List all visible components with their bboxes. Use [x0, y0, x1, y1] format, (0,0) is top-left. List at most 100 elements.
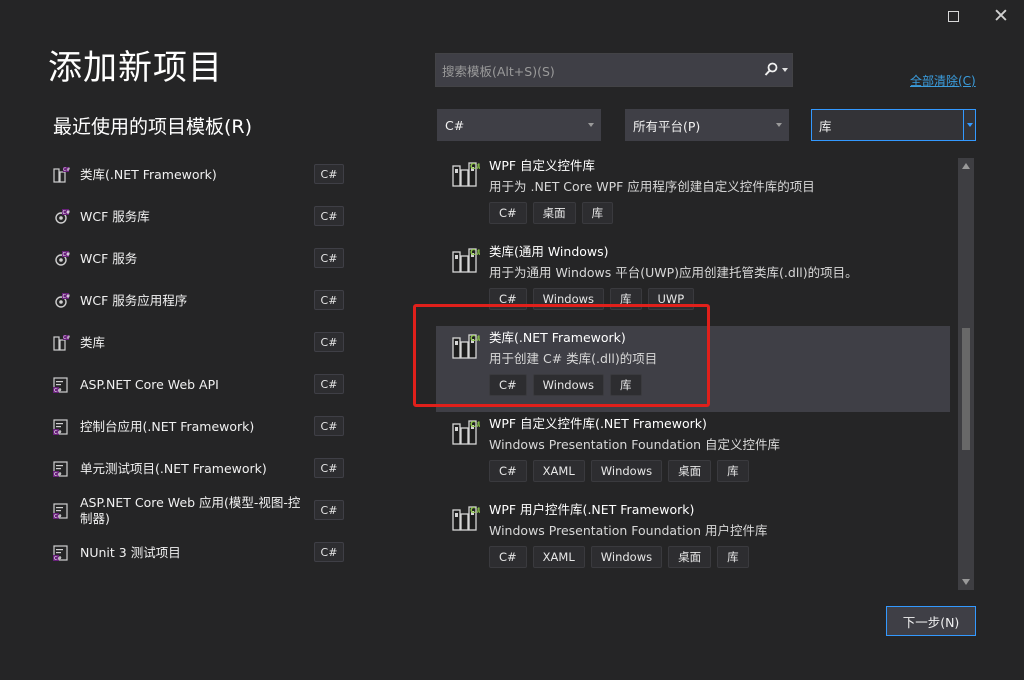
template-description: 用于创建 C# 类库(.dll)的项目 [489, 351, 658, 366]
template-tag: XAML [532, 546, 585, 568]
recent-template-item[interactable]: C# ASP.NET Core Web 应用(模型-视图-控制器) C# [52, 493, 348, 529]
language-tag: C# [314, 500, 344, 520]
svg-text:C#: C# [54, 556, 62, 562]
chevron-down-icon [776, 123, 782, 127]
template-tags: C# XAML Windows 桌面库 [489, 460, 749, 482]
recent-template-item[interactable]: C# 控制台应用(.NET Framework) C# [52, 409, 348, 445]
template-description: 用于为 .NET Core WPF 应用程序创建自定义控件库的项目 [489, 179, 815, 194]
template-list: C# WPF 自定义控件库用于为 .NET Core WPF 应用程序创建自定义控… [436, 154, 950, 590]
svg-text:C#: C# [63, 335, 70, 341]
template-description: Windows Presentation Foundation 自定义控件库 [489, 437, 780, 452]
language-tag: C# [314, 206, 344, 226]
template-tags: C# Windows 库 UWP [489, 288, 695, 310]
scroll-up-arrow-icon[interactable] [962, 163, 970, 169]
wcf-service-library-icon: C# [52, 208, 70, 226]
language-filter-dropdown[interactable]: C# [437, 109, 601, 141]
template-item[interactable]: C# 类库(通用 Windows) 用于为通用 Windows 平台(UWP)应用创… [436, 240, 950, 326]
project-type-filter-value: 库 [819, 118, 832, 134]
clear-all-link[interactable]: 全部清除(C) [910, 72, 976, 89]
recent-template-item[interactable]: C# ASP.NET Core Web API C# [52, 367, 348, 403]
template-item[interactable]: C# WPF 自定义控件库(.NET Framework) Windows Pres… [436, 412, 950, 498]
language-tag: C# [314, 416, 344, 436]
recent-template-label: 单元测试项目(.NET Framework) [80, 461, 267, 476]
template-tag: 桌面 [532, 202, 576, 224]
template-tag: Windows [532, 374, 605, 396]
unit-test-icon: C# [52, 460, 70, 478]
svg-text:C#: C# [470, 420, 480, 429]
template-description: Windows Presentation Foundation 用户控件库 [489, 523, 768, 538]
maximize-button[interactable] [938, 4, 968, 28]
next-button[interactable]: 下一步(N) [886, 606, 976, 636]
wpf-control-library-icon: C# [450, 418, 483, 448]
language-tag: C# [314, 374, 344, 394]
language-tag: C# [314, 290, 344, 310]
recent-template-item[interactable]: C# WCF 服务 C# [52, 241, 348, 277]
svg-text:C#: C# [470, 334, 480, 343]
template-tag: C# [489, 460, 527, 482]
maximize-icon [947, 10, 959, 22]
template-tag: 库 [717, 460, 749, 482]
page-title: 添加新项目 [48, 48, 223, 88]
template-tag: C# [489, 374, 527, 396]
platform-filter-value: 所有平台(P) [633, 118, 701, 134]
mvc-app-icon: C# [52, 502, 70, 520]
recent-template-label: 控制台应用(.NET Framework) [80, 419, 255, 434]
recent-template-label: NUnit 3 测试项目 [80, 545, 181, 560]
template-tag: Windows [590, 460, 663, 482]
search-icon[interactable] [764, 62, 778, 78]
template-name: WPF 自定义控件库(.NET Framework) [489, 416, 707, 431]
recent-template-item[interactable]: C# 单元测试项目(.NET Framework) C# [52, 451, 348, 487]
template-item[interactable]: C# WPF 自定义控件库用于为 .NET Core WPF 应用程序创建自定义控… [436, 154, 950, 240]
svg-text:C#: C# [54, 388, 62, 394]
project-type-filter-dropdown[interactable]: 库 [811, 109, 976, 141]
template-description: 用于为通用 Windows 平台(UWP)应用创建托管类库(.dll)的项目。 [489, 265, 858, 280]
recent-template-item[interactable]: C# NUnit 3 测试项目 C# [52, 535, 348, 571]
template-item[interactable]: C# WPF 用户控件库(.NET Framework) Windows Prese… [436, 498, 950, 584]
recent-template-item[interactable]: C# WCF 服务应用程序 C# [52, 283, 348, 319]
recent-template-label: 类库(.NET Framework) [80, 167, 217, 182]
class-library-icon: C# [450, 332, 483, 362]
template-tags: C# Windows 库 [489, 374, 642, 396]
chevron-down-icon [967, 123, 973, 127]
wpf-user-control-library-icon: C# [450, 504, 483, 534]
svg-text:C#: C# [470, 248, 480, 257]
search-box[interactable] [435, 53, 793, 88]
close-button[interactable]: ✕ [986, 4, 1016, 28]
template-tag: 桌面 [668, 546, 712, 568]
template-tag: 库 [610, 374, 642, 396]
chevron-down-icon [588, 123, 594, 127]
template-item[interactable]: C# 类库(.NET Framework) 用于创建 C# 类库(.dll)的项目 C… [436, 326, 950, 412]
recent-template-item[interactable]: C# 类库(.NET Framework) C# [52, 157, 348, 193]
recent-template-label: 类库 [80, 335, 106, 350]
template-tag: C# [489, 546, 527, 568]
recent-template-item[interactable]: C# WCF 服务库 C# [52, 199, 348, 235]
search-options-chevron-icon[interactable] [782, 68, 788, 72]
class-library-icon: C# [52, 166, 70, 184]
svg-text:C#: C# [63, 252, 71, 258]
svg-text:C#: C# [54, 472, 62, 478]
platform-filter-dropdown[interactable]: 所有平台(P) [625, 109, 789, 141]
language-tag: C# [314, 248, 344, 268]
svg-text:C#: C# [63, 167, 70, 173]
template-tag: 库 [610, 288, 642, 310]
template-name: 类库(通用 Windows) [489, 244, 609, 259]
template-list-scrollbar[interactable] [958, 158, 974, 590]
search-input[interactable] [436, 54, 764, 88]
template-tag: 库 [581, 202, 614, 224]
svg-text:C#: C# [54, 514, 62, 520]
recent-template-label: WCF 服务库 [80, 209, 150, 224]
scrollbar-thumb[interactable] [962, 328, 970, 450]
recent-template-label: ASP.NET Core Web 应用(模型-视图-控制器) [80, 495, 301, 526]
console-app-icon: C# [52, 418, 70, 436]
uwp-class-library-icon: C# [450, 246, 483, 276]
wcf-service-app-icon: C# [52, 292, 70, 310]
recent-template-label: ASP.NET Core Web API [80, 377, 219, 392]
template-tag: 桌面 [668, 460, 712, 482]
language-tag: C# [314, 458, 344, 478]
template-tag: XAML [532, 460, 585, 482]
recent-template-item[interactable]: C# 类库 C# [52, 325, 348, 361]
template-name: WPF 用户控件库(.NET Framework) [489, 502, 695, 517]
language-tag: C# [314, 542, 344, 562]
scroll-down-arrow-icon[interactable] [962, 579, 970, 585]
nunit-test-icon: C# [52, 544, 70, 562]
